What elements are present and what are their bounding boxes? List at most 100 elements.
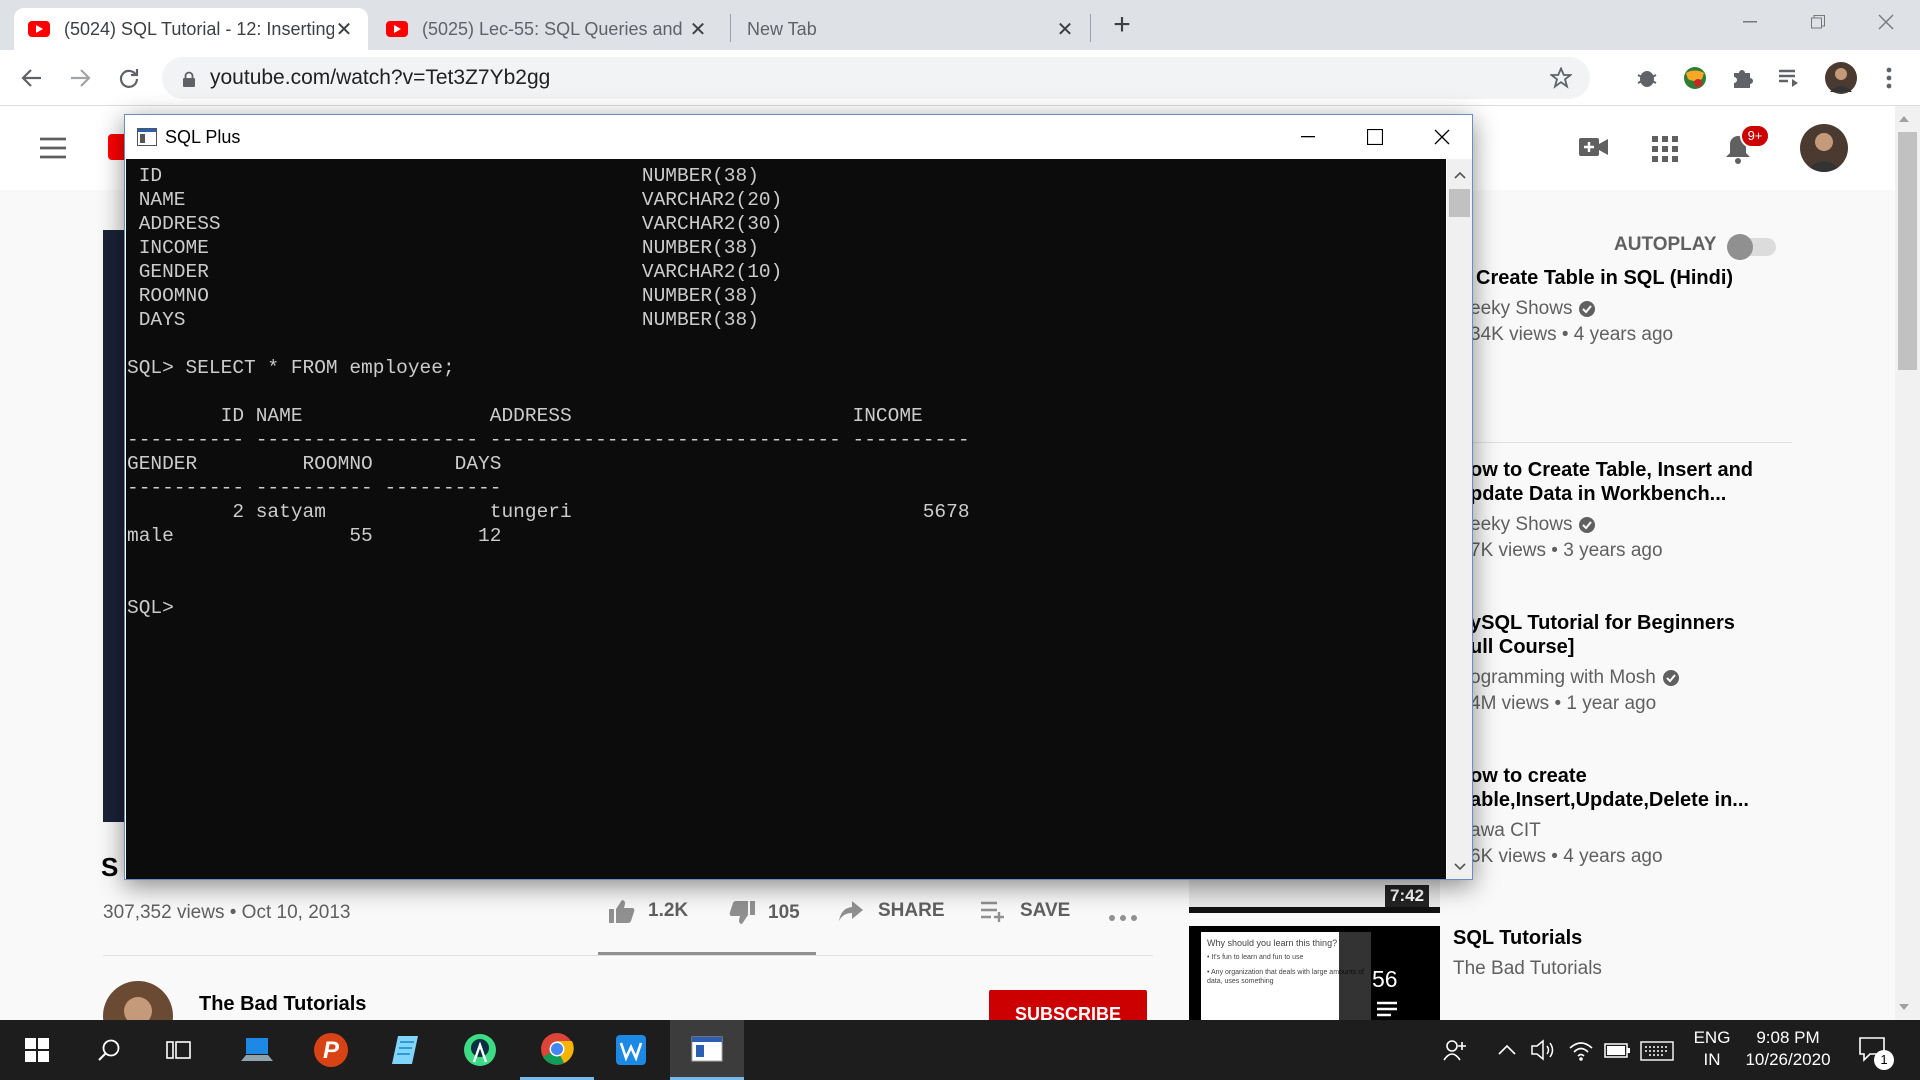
scrollbar-thumb[interactable] — [1898, 132, 1917, 370]
save-label: SAVE — [1020, 900, 1071, 921]
tab-sql-tutorial[interactable]: (5024) SQL Tutorial - 12: Inserting ✕ — [14, 8, 368, 50]
new-tab-button[interactable]: + — [1106, 8, 1138, 42]
share-button[interactable]: SHARE — [838, 900, 945, 922]
sqlplus-titlebar[interactable]: SQL Plus — [125, 115, 1472, 159]
scrollbar-thumb[interactable] — [1449, 189, 1470, 217]
scroll-down-arrow-icon[interactable] — [1454, 863, 1466, 871]
recommendation-item[interactable]: Create Table in SQL (Hindi) eeky Shows 3… — [1470, 266, 1792, 348]
recommendation-meta: 6K views • 4 years ago — [1470, 846, 1663, 867]
recommendation-item[interactable]: ySQL Tutorial for Beginners ull Course] … — [1470, 611, 1792, 717]
wps-writer-icon[interactable] — [594, 1020, 668, 1080]
recommendation-channel: ogramming with Mosh — [1470, 667, 1656, 688]
video-thumbnail[interactable]: 7:42 — [1189, 879, 1440, 913]
tab-close-icon[interactable]: ✕ — [334, 17, 354, 42]
recommendation-title: ow to Create Table, Insert and — [1470, 459, 1754, 481]
page-scrollbar[interactable] — [1895, 106, 1920, 1020]
browser-menu-icon[interactable] — [1876, 64, 1902, 92]
clock[interactable]: 9:08 PM 10/26/2020 — [1738, 1027, 1838, 1071]
console-line: male 55 12 — [127, 525, 502, 547]
chrome-app-icon[interactable] — [520, 1020, 594, 1080]
tab-title: New Tab — [747, 18, 817, 39]
search-icon[interactable] — [72, 1020, 146, 1080]
apps-grid-icon[interactable] — [1652, 136, 1678, 162]
region-code: IN — [1703, 1050, 1721, 1069]
console-line: 2 satyam tungeri 5678 — [127, 501, 970, 523]
save-button[interactable]: SAVE — [980, 900, 1070, 922]
sqlplus-window-title: SQL Plus — [165, 126, 241, 147]
bookmark-star-icon[interactable] — [1550, 67, 1572, 89]
autoplay-toggle[interactable] — [1726, 234, 1778, 260]
more-actions-icon[interactable] — [1108, 914, 1138, 922]
sqlplus-window[interactable]: SQL Plus ID NUMBER(38) NAME VARCHAR2(20)… — [124, 114, 1473, 880]
tray-chevron-up-icon[interactable] — [1498, 1044, 1516, 1056]
channel-name[interactable]: The Bad Tutorials — [199, 992, 366, 1016]
browser-close-button[interactable] — [1852, 0, 1920, 44]
console-line: ---------- ------------------- ---------… — [127, 429, 970, 451]
verified-check-icon — [1578, 516, 1596, 534]
playlist-channel: The Bad Tutorials — [1453, 958, 1602, 979]
task-view-icon[interactable] — [142, 1020, 216, 1080]
recommendation-meta: 4M views • 1 year ago — [1470, 693, 1657, 714]
extensions-puzzle-icon[interactable] — [1730, 65, 1756, 91]
forward-arrow-icon[interactable] — [64, 62, 96, 94]
sqlplus-maximize-button[interactable] — [1345, 115, 1405, 159]
address-bar[interactable]: youtube.com/watch?v=Tet3Z7Yb2gg — [162, 57, 1590, 99]
battery-icon[interactable] — [1604, 1040, 1632, 1060]
touch-keyboard-icon[interactable] — [1640, 1040, 1674, 1062]
extension-bug-icon[interactable] — [1634, 65, 1660, 91]
browser-tab-strip: (5024) SQL Tutorial - 12: Inserting ✕ (5… — [0, 0, 1920, 50]
like-button[interactable]: 1.2K — [608, 898, 688, 924]
console-line: ADDRESS VARCHAR2(30) — [127, 213, 783, 235]
profile-avatar[interactable] — [1825, 62, 1857, 94]
volume-icon[interactable] — [1530, 1038, 1556, 1062]
console-line: ---------- ---------- ---------- — [127, 477, 502, 499]
tab-lec-55[interactable]: (5025) Lec-55: SQL Queries and S ✕ — [372, 8, 722, 50]
playlist-title[interactable]: SQL Tutorials — [1453, 926, 1582, 950]
tab-divider — [730, 14, 731, 42]
wifi-icon[interactable] — [1568, 1038, 1594, 1062]
tab-divider — [1090, 14, 1091, 42]
psiphon-app-icon[interactable]: P — [294, 1020, 368, 1080]
tab-close-icon[interactable]: ✕ — [1055, 17, 1075, 42]
scroll-up-arrow-icon[interactable] — [1454, 171, 1466, 179]
scroll-up-arrow-icon[interactable] — [1899, 116, 1909, 122]
laptop-app-icon[interactable] — [220, 1020, 294, 1080]
video-duration: 7:42 — [1385, 885, 1430, 907]
create-video-icon[interactable] — [1578, 134, 1610, 160]
video-player[interactable] — [103, 230, 125, 822]
notepad-app-icon[interactable] — [368, 1020, 442, 1080]
recommendation-title-line2: ull Course] — [1470, 636, 1575, 658]
video-title: S — [101, 852, 119, 882]
tab-new-tab[interactable]: New Tab ✕ — [733, 8, 1089, 50]
browser-minimize-button[interactable] — [1716, 0, 1784, 44]
media-queue-icon[interactable] — [1776, 65, 1802, 91]
people-icon[interactable] — [1442, 1038, 1468, 1062]
back-arrow-icon[interactable] — [16, 62, 48, 94]
android-studio-icon[interactable] — [443, 1020, 517, 1080]
sqlplus-close-button[interactable] — [1412, 115, 1472, 159]
youtube-account-avatar[interactable] — [1800, 124, 1848, 172]
playlist-icon — [1375, 1000, 1399, 1018]
hamburger-menu-icon[interactable] — [38, 136, 68, 160]
dislike-button[interactable]: 105 — [728, 900, 800, 926]
playlist-count: 56 — [1372, 966, 1398, 992]
divider — [1470, 442, 1792, 443]
subscribe-button[interactable]: SUBSCRIBE — [989, 990, 1147, 1020]
thumbs-down-icon — [728, 900, 756, 926]
channel-avatar[interactable] — [103, 981, 173, 1020]
recommendation-item[interactable]: ow to create able,Insert,Update,Delete i… — [1470, 764, 1792, 870]
playlist-thumbnail[interactable]: Why should you learn this thing? • It's … — [1189, 926, 1440, 1020]
console-scrollbar[interactable] — [1447, 159, 1472, 879]
input-language-indicator[interactable]: ENG IN — [1692, 1027, 1732, 1071]
sqlplus-minimize-button[interactable] — [1278, 115, 1338, 159]
recommendation-item[interactable]: ow to Create Table, Insert and pdate Dat… — [1470, 458, 1792, 564]
console-line: ID NAME ADDRESS INCOME — [127, 405, 923, 427]
browser-restore-button[interactable] — [1784, 0, 1852, 44]
windows-start-icon[interactable] — [0, 1020, 74, 1080]
scroll-down-arrow-icon[interactable] — [1899, 1004, 1909, 1010]
tab-close-icon[interactable]: ✕ — [688, 17, 708, 42]
extension-globe-icon[interactable] — [1682, 65, 1708, 91]
sqlplus-console-output[interactable]: ID NUMBER(38) NAME VARCHAR2(20) ADDRESS … — [126, 159, 1446, 879]
reload-icon[interactable] — [113, 62, 145, 94]
sqlplus-taskbar-icon[interactable] — [670, 1020, 744, 1080]
